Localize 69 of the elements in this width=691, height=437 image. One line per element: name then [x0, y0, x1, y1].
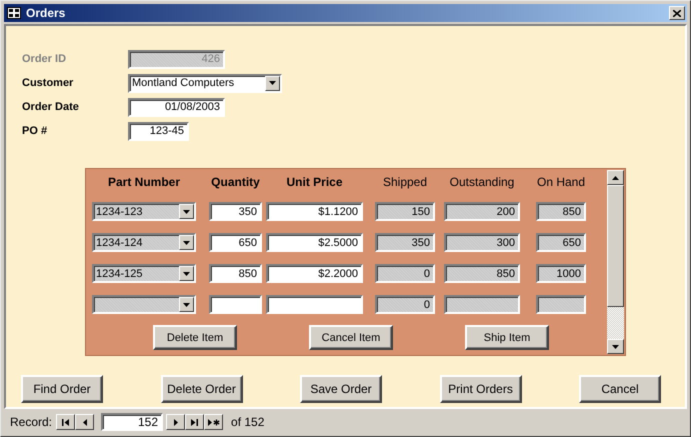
vertical-scrollbar[interactable]: [607, 170, 624, 354]
close-button[interactable]: [669, 6, 685, 20]
readonly-field: 350: [375, 233, 435, 252]
readonly-field: 1000: [536, 264, 586, 283]
first-record-button[interactable]: [56, 414, 76, 430]
input-field[interactable]: $2.5000: [266, 233, 363, 252]
readonly-field: 150: [375, 202, 435, 221]
new-record-button[interactable]: [204, 414, 224, 430]
field-label: Order ID: [22, 53, 68, 65]
item-button[interactable]: Cancel Item: [309, 325, 393, 350]
form-button[interactable]: Print Orders: [440, 375, 522, 403]
column-header: Quantity: [210, 175, 261, 189]
input-field[interactable]: 850: [209, 264, 262, 283]
record-number-field[interactable]: 152: [101, 413, 164, 431]
column-header: Part Number: [106, 175, 182, 189]
dropdown-arrow-icon: [183, 272, 190, 276]
form-button[interactable]: Delete Order: [160, 375, 242, 403]
input-field[interactable]: [266, 295, 363, 314]
last-record-button[interactable]: [185, 414, 204, 430]
column-header: Outstanding: [448, 175, 516, 189]
input-field[interactable]: $2.2000: [266, 264, 363, 283]
part-number-dropdown[interactable]: 1234-125: [92, 264, 196, 283]
readonly-field: 200: [444, 202, 520, 221]
record-count: of 152: [231, 415, 264, 429]
input-field[interactable]: 01/08/2003: [128, 98, 225, 116]
dropdown-arrow-icon: [183, 302, 190, 306]
customer-dropdown[interactable]: Montland Computers: [128, 74, 282, 92]
next-record-button[interactable]: [166, 414, 186, 430]
column-header: Unit Price: [285, 175, 344, 189]
form-button[interactable]: Find Order: [21, 375, 103, 403]
record-label: Record:: [10, 415, 52, 429]
form-icon: [7, 7, 21, 19]
field-label: PO #: [22, 125, 48, 137]
close-icon: [673, 10, 681, 16]
field-label: Order Date: [22, 101, 80, 113]
input-field[interactable]: $1.1200: [266, 202, 363, 221]
form-button[interactable]: Save Order: [300, 375, 382, 403]
column-header: Shipped: [382, 175, 428, 189]
readonly-field: 850: [444, 264, 520, 283]
previous-record-button[interactable]: [75, 414, 94, 430]
previous-icon: [82, 418, 87, 426]
input-field[interactable]: 350: [209, 202, 262, 221]
item-button[interactable]: Ship Item: [465, 325, 549, 350]
part-number-dropdown[interactable]: 1234-124: [92, 233, 196, 252]
next-icon: [174, 418, 178, 426]
readonly-field: 850: [536, 202, 586, 221]
new-record-icon: [208, 418, 220, 426]
window-title: Orders: [26, 6, 66, 20]
part-number-dropdown[interactable]: [92, 295, 196, 314]
readonly-field: 300: [444, 233, 520, 252]
input-field[interactable]: 650: [209, 233, 262, 252]
input-field[interactable]: [209, 295, 262, 314]
item-button[interactable]: Delete Item: [153, 325, 237, 350]
part-number-dropdown[interactable]: 1234-123: [92, 202, 196, 221]
readonly-field: [536, 295, 586, 314]
readonly-field: 0: [375, 295, 435, 314]
field-label: Customer: [22, 77, 74, 89]
column-header: On Hand: [536, 175, 586, 189]
readonly-field: 650: [536, 233, 586, 252]
input-field[interactable]: 123-45: [128, 122, 189, 140]
dropdown-arrow-icon: [183, 240, 190, 244]
last-icon: [191, 418, 198, 426]
scroll-up-icon: [612, 176, 619, 180]
form-button[interactable]: Cancel: [579, 375, 661, 403]
first-icon: [62, 418, 70, 426]
scroll-down-icon: [612, 344, 619, 348]
dropdown-arrow-icon: [183, 210, 190, 214]
readonly-field: 0: [375, 264, 435, 283]
dropdown-arrow-icon: [269, 81, 276, 85]
